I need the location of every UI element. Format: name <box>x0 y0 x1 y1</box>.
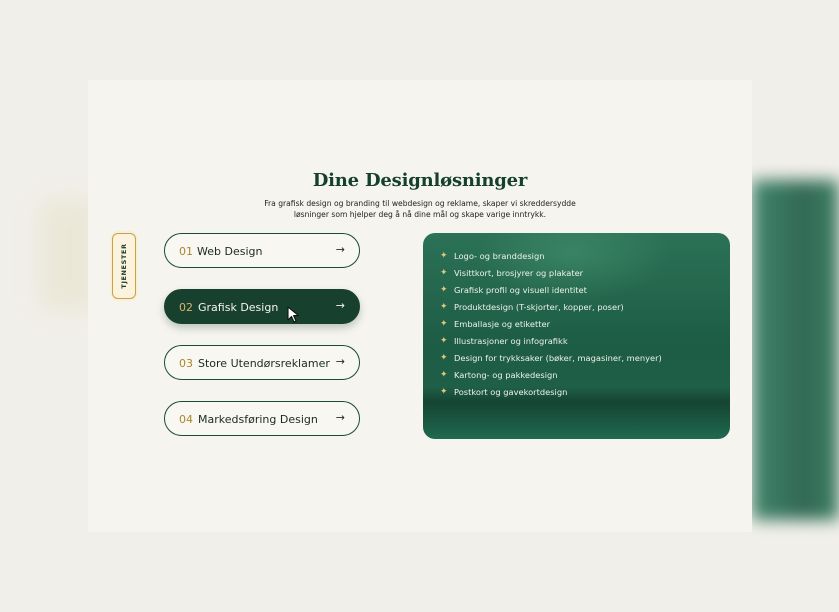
arrow-right-icon: → <box>335 243 345 256</box>
subtitle-line-1: Fra grafisk design og branding til webde… <box>264 199 576 208</box>
sparkle-icon: ✦ <box>440 250 448 261</box>
service-name: Markedsføring Design <box>198 412 318 426</box>
service-details-list: ✦ Logo- og branddesign ✦ Visittkort, brosj… <box>440 247 662 400</box>
services-tag: TJENESTER <box>112 233 136 299</box>
list-item: ✦ Postkort og gavekortdesign <box>440 386 568 397</box>
service-grafisk-design-button[interactable]: 02 Grafisk Design → <box>164 289 360 324</box>
sparkle-icon: ✦ <box>440 386 448 397</box>
cursor-arrow-icon <box>287 306 300 323</box>
sparkle-icon: ✦ <box>440 352 448 363</box>
services-tag-label: TJENESTER <box>120 243 128 289</box>
subtitle-line-2: løsninger som hjelper deg å nå dine mål … <box>293 210 547 219</box>
service-number: 03 <box>179 356 193 370</box>
sparkle-icon: ✦ <box>440 301 448 312</box>
service-name: Store Utendørsreklamer <box>198 356 330 370</box>
list-item: ✦ Kartong- og pakkedesign <box>440 369 558 380</box>
section-title: Dine Designløsninger <box>312 170 528 191</box>
service-store-utendorsreklamer-button[interactable]: 03 Store Utendørsreklamer → <box>164 345 360 380</box>
sparkle-icon: ✦ <box>440 369 448 380</box>
services-section: Dine Designløsninger Fra grafisk design … <box>88 80 752 532</box>
list-item: ✦ Grafisk profil og visuell identitet <box>440 284 587 295</box>
service-web-design-button[interactable]: 01 Web Design → <box>164 233 360 268</box>
service-name: Grafisk Design <box>198 300 279 314</box>
service-markedsforing-design-button[interactable]: 04 Markedsføring Design → <box>164 401 360 436</box>
list-item: ✦ Illustrasjoner og infografikk <box>440 335 568 346</box>
list-item: ✦ Logo- og branddesign <box>440 250 545 261</box>
backdrop-right <box>752 180 839 520</box>
section-subtitle: Fra grafisk design og branding til webde… <box>258 198 582 220</box>
arrow-right-icon: → <box>335 411 345 424</box>
service-details-panel: ✦ Logo- og branddesign ✦ Visittkort, brosj… <box>423 233 730 439</box>
sparkle-icon: ✦ <box>440 318 448 329</box>
service-number: 02 <box>179 300 193 314</box>
list-item: ✦ Visittkort, brosjyrer og plakater <box>440 267 584 278</box>
list-item: ✦ Design for trykksaker (bøker, magasiner… <box>440 352 662 363</box>
service-number: 01 <box>179 244 193 258</box>
sparkle-icon: ✦ <box>440 284 448 295</box>
sparkle-icon: ✦ <box>440 335 448 346</box>
service-number: 04 <box>179 412 193 426</box>
arrow-right-icon: → <box>335 355 345 368</box>
list-item: ✦ Produktdesign (T-skjorter, kopper, pose… <box>440 301 624 312</box>
arrow-right-icon: → <box>335 299 345 312</box>
service-name: Web Design <box>197 244 263 258</box>
list-item: ✦ Emballasje og etiketter <box>440 318 551 329</box>
sparkle-icon: ✦ <box>440 267 448 278</box>
